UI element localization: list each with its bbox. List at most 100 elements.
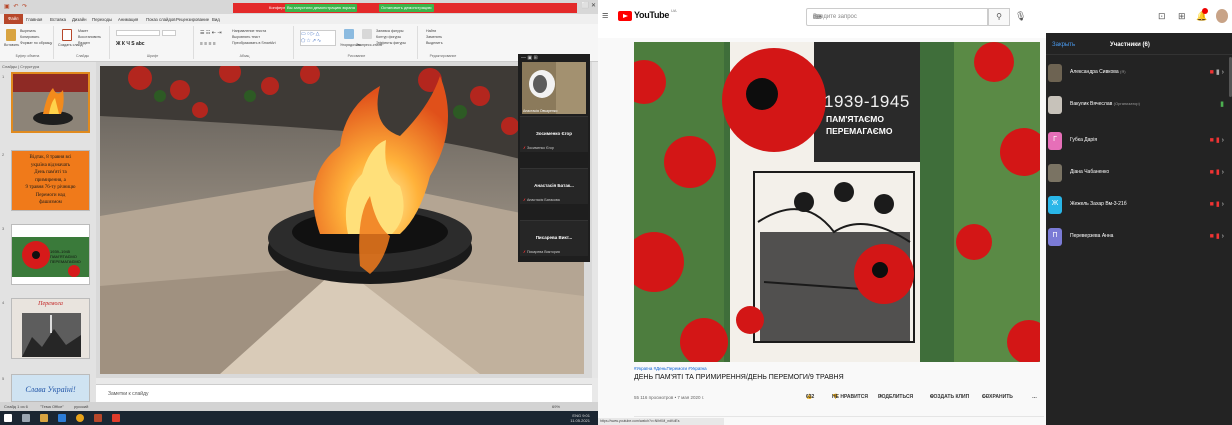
paste-button[interactable]: Вставить <box>4 43 19 47</box>
tab-design[interactable]: Дизайн <box>72 17 86 22</box>
align-buttons[interactable]: ≡ ≡ ≡ ≡ <box>200 41 216 47</box>
replace-button[interactable]: Заменить <box>426 35 442 39</box>
search-input[interactable]: Введите запрос ⌨ <box>806 8 988 26</box>
reset-button[interactable]: Восстановить <box>78 35 101 39</box>
arrange-icon[interactable] <box>344 29 354 39</box>
current-slide[interactable] <box>100 66 584 374</box>
slide-thumb-2[interactable]: Відтак, 8 травня всі україна відзначать … <box>11 150 90 211</box>
ribbon-tabs: Файл Главная Вставка Дизайн Переходы Ани… <box>0 14 598 24</box>
more-actions-icon[interactable]: … <box>1032 394 1037 400</box>
paste-icon[interactable] <box>6 29 16 41</box>
app-icon[interactable] <box>112 414 120 422</box>
cut-button[interactable]: Вырезать <box>20 29 36 33</box>
slide-thumb-4[interactable]: Перемога <box>11 298 90 359</box>
keyboard-icon[interactable]: ⌨ <box>813 14 981 21</box>
select-button[interactable]: Выделить <box>426 41 443 45</box>
participant-row[interactable]: Александра Сивкова (Я) ■ ▮ › <box>1046 59 1232 89</box>
mic-off-icon[interactable]: ▮ <box>1216 233 1220 240</box>
create-video-icon[interactable]: ⊡ <box>1158 11 1166 22</box>
avatar[interactable] <box>1216 9 1228 23</box>
youtube-logo-icon[interactable] <box>618 11 632 21</box>
zoom-icon[interactable] <box>58 414 66 422</box>
section-button[interactable]: Раздел <box>78 41 90 45</box>
panel-control-icons[interactable]: — ▣ ⊞ <box>521 55 538 61</box>
participant-row[interactable]: Г Губка Дарія ■ ▮ › <box>1046 127 1232 157</box>
video-hashtags[interactable]: #Україна #ДеньПеремоги #Україна <box>634 366 707 371</box>
shape-outline-button[interactable]: Контур фигуры <box>376 35 401 39</box>
slide-thumb-3[interactable]: 1939–1945 ПАМ'ЯТАЄМО ПЕРЕМАГАЄМО <box>11 224 90 285</box>
chevron-right-icon[interactable]: › <box>1222 69 1224 76</box>
tab-file[interactable]: Файл <box>4 14 23 24</box>
microphone-icon[interactable]: 🎙 <box>1015 11 1026 22</box>
hamburger-menu-icon[interactable]: ≡ <box>602 10 608 22</box>
participant-row[interactable]: П Переверзева Анна ■ ▮ › <box>1046 223 1232 253</box>
tab-insert[interactable]: Вставка <box>50 17 66 22</box>
camera-off-icon[interactable]: ■ <box>1210 169 1214 176</box>
shape-fill-button[interactable]: Заливка фигуры <box>376 29 403 33</box>
video-player[interactable]: 1939-1945 ПАМ'ЯТАЄМО ПЕРЕМАГАЄМО <box>634 42 1040 362</box>
font-name-select[interactable] <box>116 30 160 36</box>
notes-pane[interactable]: Заметки к слайду <box>96 384 592 402</box>
participant-row[interactable]: Вакулик Вячеслав (Организатор) ▮ <box>1046 91 1232 121</box>
slide-thumb-1[interactable] <box>11 72 90 133</box>
mic-off-icon[interactable]: ▮ <box>1216 201 1220 208</box>
close-participants-button[interactable]: Закрыть <box>1052 42 1075 48</box>
mic-off-icon[interactable]: ▮ <box>1216 137 1220 144</box>
tab-review[interactable]: Рецензирование <box>176 17 209 22</box>
format-painter-button[interactable]: Формат по образцу <box>20 41 52 45</box>
zoom-level[interactable]: 69% <box>552 404 560 409</box>
slide-thumb-5[interactable]: Слава Україні! <box>11 374 90 402</box>
camera-off-icon[interactable]: ■ <box>1210 233 1214 240</box>
microphone-on-icon[interactable]: ▮ <box>1220 101 1224 108</box>
find-button[interactable]: Найти <box>426 29 436 33</box>
camera-off-icon[interactable]: ■ <box>1210 201 1214 208</box>
quick-access-toolbar[interactable]: ▣ ↶ ↷ <box>4 3 28 10</box>
shape-effects-button[interactable]: Эффекты фигуры <box>376 41 406 45</box>
participant-tile[interactable]: Зосименко Єгор ✗ Зосименко Єгор <box>520 116 588 152</box>
stop-share-button[interactable]: Остановить демонстрацию <box>379 4 434 12</box>
tab-view[interactable]: Вид <box>212 17 220 22</box>
copy-button[interactable]: Копировать <box>20 35 39 39</box>
start-icon[interactable] <box>4 414 12 422</box>
microphone-icon[interactable]: ▮ <box>1216 69 1220 76</box>
new-slide-icon[interactable] <box>62 29 72 41</box>
participant-status: ■ ▮ › <box>1210 136 1224 144</box>
webcam-image <box>522 62 586 114</box>
window-controls[interactable]: ⬜ ✕ <box>582 2 596 9</box>
thumb-tabs[interactable]: Слайды | Структура <box>2 64 39 69</box>
participant-tile[interactable]: Писарева Викт... ✗ Писарева Виктория <box>520 220 588 256</box>
participant-row[interactable]: Ж Жежель Захар Вм-3-21б ■ ▮ › <box>1046 191 1232 221</box>
search-icon[interactable] <box>22 414 30 422</box>
list-buttons[interactable]: ☰ ☷ ⇤ ⇥ <box>200 30 222 36</box>
font-size-select[interactable] <box>162 30 176 36</box>
participant-tile[interactable]: Анастасія Батак... ✗ Анастасія Батакова <box>520 168 588 204</box>
youtube-brand[interactable]: YouTube <box>634 10 669 20</box>
camera-off-icon[interactable]: ■ <box>1210 69 1214 76</box>
camera-off-icon[interactable]: ■ <box>1210 137 1214 144</box>
system-tray[interactable]: ENG 9:01 11.05.2021 <box>570 413 590 423</box>
layout-button[interactable]: Макет <box>78 29 88 33</box>
shapes-gallery[interactable]: ▭○▷△ ⬠☆↗∿ <box>300 30 336 46</box>
text-direction-button[interactable]: Направление текста <box>232 29 266 33</box>
participant-row[interactable]: Діана Чабаненко ■ ▮ › <box>1046 159 1232 189</box>
mic-off-icon[interactable]: ▮ <box>1216 169 1220 176</box>
tab-animation[interactable]: Анимация <box>118 17 138 22</box>
smartart-button[interactable]: Преобразовать в SmartArt <box>232 41 276 45</box>
font-format-buttons[interactable]: Ж К Ч S abc <box>116 41 145 47</box>
chevron-right-icon[interactable]: › <box>1222 137 1224 144</box>
chevron-right-icon[interactable]: › <box>1222 233 1224 240</box>
powerpoint-icon[interactable] <box>94 414 102 422</box>
search-button[interactable]: ⚲ <box>988 8 1010 26</box>
tab-transitions[interactable]: Переходы <box>92 17 112 22</box>
quick-styles-icon[interactable] <box>362 29 372 39</box>
chevron-right-icon[interactable]: › <box>1222 201 1224 208</box>
align-text-button[interactable]: Выровнять текст <box>232 35 260 39</box>
chevron-right-icon[interactable]: › <box>1222 169 1224 176</box>
panel-controls[interactable]: — ▣ ⊞ <box>518 54 590 62</box>
tab-home[interactable]: Главная <box>26 17 42 22</box>
chrome-icon[interactable] <box>76 414 84 422</box>
tab-slideshow[interactable]: Показ слайдов <box>146 17 176 22</box>
explorer-icon[interactable] <box>40 414 48 422</box>
participant-name-text: Переверзева Анна <box>1070 233 1114 239</box>
apps-grid-icon[interactable]: ⊞ <box>1178 11 1186 22</box>
